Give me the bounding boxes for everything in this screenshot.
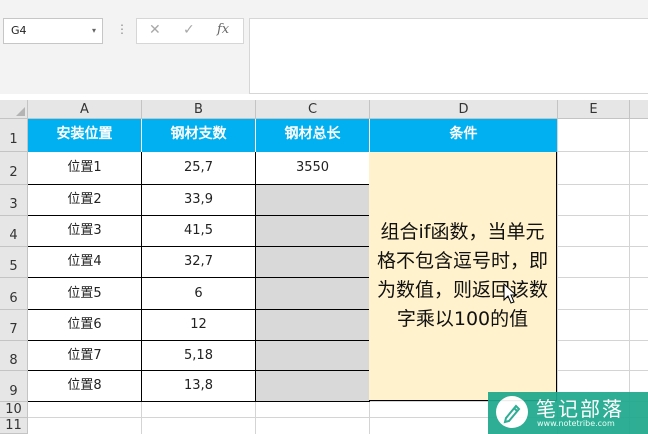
total-cell[interactable] [256,310,370,341]
column-header-d[interactable]: D [370,100,558,119]
gridline [557,151,648,152]
formula-bar-area: G4 ▾ ⋮ ✕ ✓ fx [0,6,648,94]
count-cell[interactable]: 25,7 [142,152,256,185]
count-cell[interactable]: 41,5 [142,216,256,247]
gridline [255,402,256,434]
select-all-icon [16,107,25,116]
gridline [557,340,648,341]
watermark-brand: 笔记部落 [536,397,624,421]
row-header-6[interactable]: 6 [0,278,28,310]
column-header-a[interactable]: A [28,100,142,119]
condition-note-text: 组合if函数，当单元格不包含逗号时，即为数值，则返回该数字乘以100的值 [376,221,548,330]
row-header-5[interactable]: 5 [0,247,28,278]
header-cell-total[interactable]: 钢材总长 [256,119,370,152]
row-header-7[interactable]: 7 [0,310,28,341]
column-header-b[interactable]: B [142,100,256,119]
column-header-e[interactable]: E [558,100,630,119]
total-cell[interactable] [256,185,370,216]
gridline [141,402,142,434]
enter-icon[interactable]: ✓ [183,22,195,38]
row-header-10[interactable]: 10 [0,402,28,418]
position-cell[interactable]: 位置3 [28,216,142,247]
total-cell[interactable] [256,216,370,247]
row-header-8[interactable]: 8 [0,341,28,371]
position-cell[interactable]: 位置2 [28,185,142,216]
total-cell[interactable] [256,278,370,310]
count-cell[interactable]: 13,8 [142,371,256,402]
count-cell[interactable]: 32,7 [142,247,256,278]
total-cell[interactable] [256,247,370,278]
total-cell[interactable]: 3550 [256,152,370,185]
total-cell[interactable] [256,341,370,371]
row-header-1[interactable]: 1 [0,119,28,152]
row-header-2[interactable]: 2 [0,152,28,185]
row-header-3[interactable]: 3 [0,185,28,216]
condition-note-cell[interactable]: 组合if函数，当单元格不包含逗号时，即为数值，则返回该数字乘以100的值 [369,152,557,401]
name-box[interactable]: G4 ▾ [3,18,103,44]
count-cell[interactable]: 12 [142,310,256,341]
count-cell[interactable]: 6 [142,278,256,310]
gridline [557,246,648,247]
watermark-logo: 笔记部落 www.notetribe.com [488,392,648,434]
header-cell-condition[interactable]: 条件 [370,119,557,152]
gridline [369,402,370,434]
column-header-f[interactable] [630,100,648,119]
watermark-url: www.notetribe.com [537,419,615,428]
gridline [557,215,648,216]
formula-buttons: ✕ ✓ fx [136,18,244,44]
position-cell[interactable]: 位置5 [28,278,142,310]
pen-logo-icon [496,396,528,428]
column-header-c[interactable]: C [256,100,370,119]
row-header-9[interactable]: 9 [0,371,28,402]
formula-input[interactable] [249,18,648,94]
mouse-cursor-icon [503,283,517,304]
total-cell[interactable] [256,371,370,402]
row-header-11[interactable]: 11 [0,418,28,434]
header-cell-count[interactable]: 钢材支数 [142,119,256,152]
row-header-4[interactable]: 4 [0,216,28,247]
cancel-icon[interactable]: ✕ [149,22,161,38]
gridline [557,277,648,278]
chevron-down-icon[interactable]: ▾ [92,19,96,43]
position-cell[interactable]: 位置6 [28,310,142,341]
count-cell[interactable]: 5,18 [142,341,256,371]
count-cell[interactable]: 33,9 [142,185,256,216]
position-cell[interactable]: 位置7 [28,341,142,371]
name-box-value: G4 [11,24,27,37]
position-cell[interactable]: 位置1 [28,152,142,185]
fx-icon[interactable]: fx [217,22,229,37]
select-all-corner[interactable] [0,100,28,119]
splitter-handle[interactable]: ⋮ [116,22,128,36]
gridline [557,184,648,185]
gridline [557,370,648,371]
gridline [557,309,648,310]
position-cell[interactable]: 位置8 [28,371,142,402]
position-cell[interactable]: 位置4 [28,247,142,278]
header-cell-position[interactable]: 安装位置 [28,119,142,152]
